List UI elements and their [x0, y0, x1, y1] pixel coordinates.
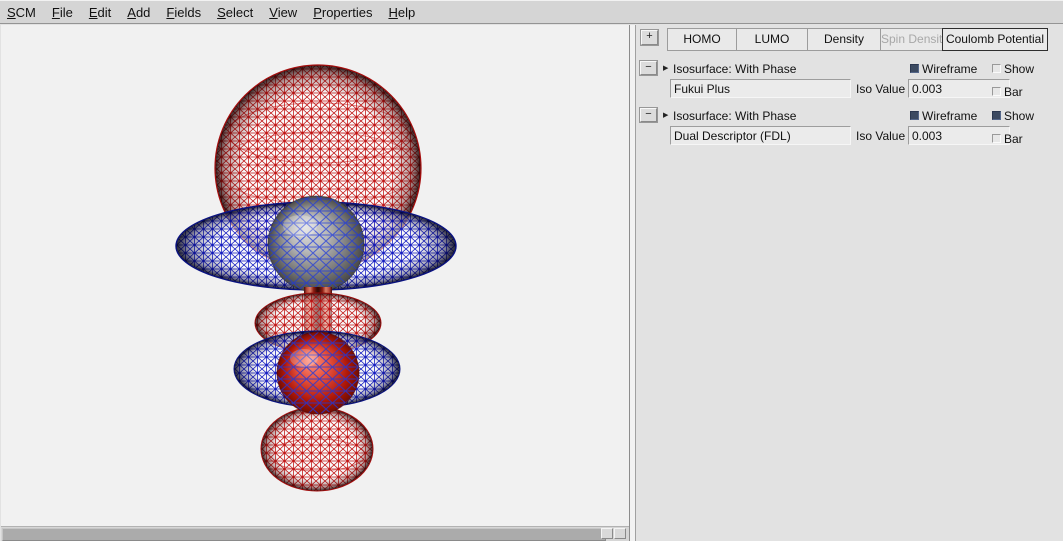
- expand-arrow-icon[interactable]: ▶: [663, 111, 668, 119]
- collapse-button[interactable]: −: [640, 108, 657, 122]
- bar-checkbox[interactable]: [992, 87, 1001, 96]
- menu-fields[interactable]: Fields: [161, 3, 206, 22]
- isosurface-title: Isosurface: With Phase: [673, 62, 796, 76]
- app-window: SCM File Edit Add Fields Select View Pro…: [0, 0, 1063, 541]
- menu-properties[interactable]: Properties: [308, 3, 377, 22]
- scroll-left-arrow-button[interactable]: [601, 528, 613, 539]
- tab-label: HOMO: [683, 32, 720, 46]
- pane-divider[interactable]: [629, 25, 636, 541]
- menu-scm[interactable]: SCM: [2, 3, 41, 22]
- show-label: Show: [1004, 62, 1034, 76]
- 3d-viewport[interactable]: [1, 25, 629, 526]
- scroll-right-arrow-button[interactable]: [614, 528, 626, 539]
- bar-label: Bar: [1004, 132, 1023, 146]
- tab-label: Coulomb Potential: [946, 32, 1044, 46]
- wireframe-checkbox[interactable]: [910, 64, 919, 73]
- menubar: SCM File Edit Add Fields Select View Pro…: [0, 1, 1063, 24]
- tab-coulomb-potential[interactable]: Coulomb Potential: [942, 28, 1048, 51]
- menu-add[interactable]: Add: [122, 3, 155, 22]
- wireframe-checkbox[interactable]: [910, 111, 919, 120]
- positive-lobe-bottom: [261, 407, 373, 491]
- fields-panel: + HOMO LUMO Density Spin Density Coulomb…: [636, 25, 1063, 541]
- menu-edit[interactable]: Edit: [84, 3, 116, 22]
- tab-spin-density: Spin Density: [880, 28, 943, 51]
- menu-file[interactable]: File: [47, 3, 78, 22]
- isosurface-title: Isosurface: With Phase: [673, 109, 796, 123]
- carbon-atom: [268, 196, 364, 292]
- tab-density[interactable]: Density: [807, 28, 881, 51]
- field-name-input[interactable]: [670, 79, 851, 98]
- isosurface-group-2: − ▶ Isosurface: With Phase Wireframe Sho…: [636, 108, 1063, 152]
- field-tabs: HOMO LUMO Density Spin Density Coulomb P…: [667, 28, 1048, 51]
- isosurface-group-1: − ▶ Isosurface: With Phase Wireframe Sho…: [636, 61, 1063, 105]
- scrollbar-thumb[interactable]: [2, 528, 606, 541]
- tab-lumo[interactable]: LUMO: [736, 28, 808, 51]
- show-label: Show: [1004, 109, 1034, 123]
- iso-value-label: Iso Value: [856, 82, 905, 96]
- field-name-input[interactable]: [670, 126, 851, 145]
- collapse-button[interactable]: −: [640, 61, 657, 75]
- menu-view[interactable]: View: [264, 3, 302, 22]
- add-field-button[interactable]: +: [641, 30, 658, 45]
- menu-select[interactable]: Select: [212, 3, 258, 22]
- tab-label: Spin Density: [881, 32, 948, 46]
- molecule-3d-view: [1, 25, 629, 526]
- tab-label: LUMO: [755, 32, 790, 46]
- bar-checkbox[interactable]: [992, 134, 1001, 143]
- horizontal-scrollbar[interactable]: [1, 526, 629, 541]
- oxygen-atom: [277, 332, 359, 414]
- show-checkbox[interactable]: [992, 111, 1001, 120]
- bar-label: Bar: [1004, 85, 1023, 99]
- tab-homo[interactable]: HOMO: [667, 28, 737, 51]
- menu-help[interactable]: Help: [383, 3, 420, 22]
- show-checkbox[interactable]: [992, 64, 1001, 73]
- tab-label: Density: [824, 32, 864, 46]
- expand-arrow-icon[interactable]: ▶: [663, 64, 668, 72]
- wireframe-label: Wireframe: [922, 109, 977, 123]
- wireframe-label: Wireframe: [922, 62, 977, 76]
- iso-value-label: Iso Value: [856, 129, 905, 143]
